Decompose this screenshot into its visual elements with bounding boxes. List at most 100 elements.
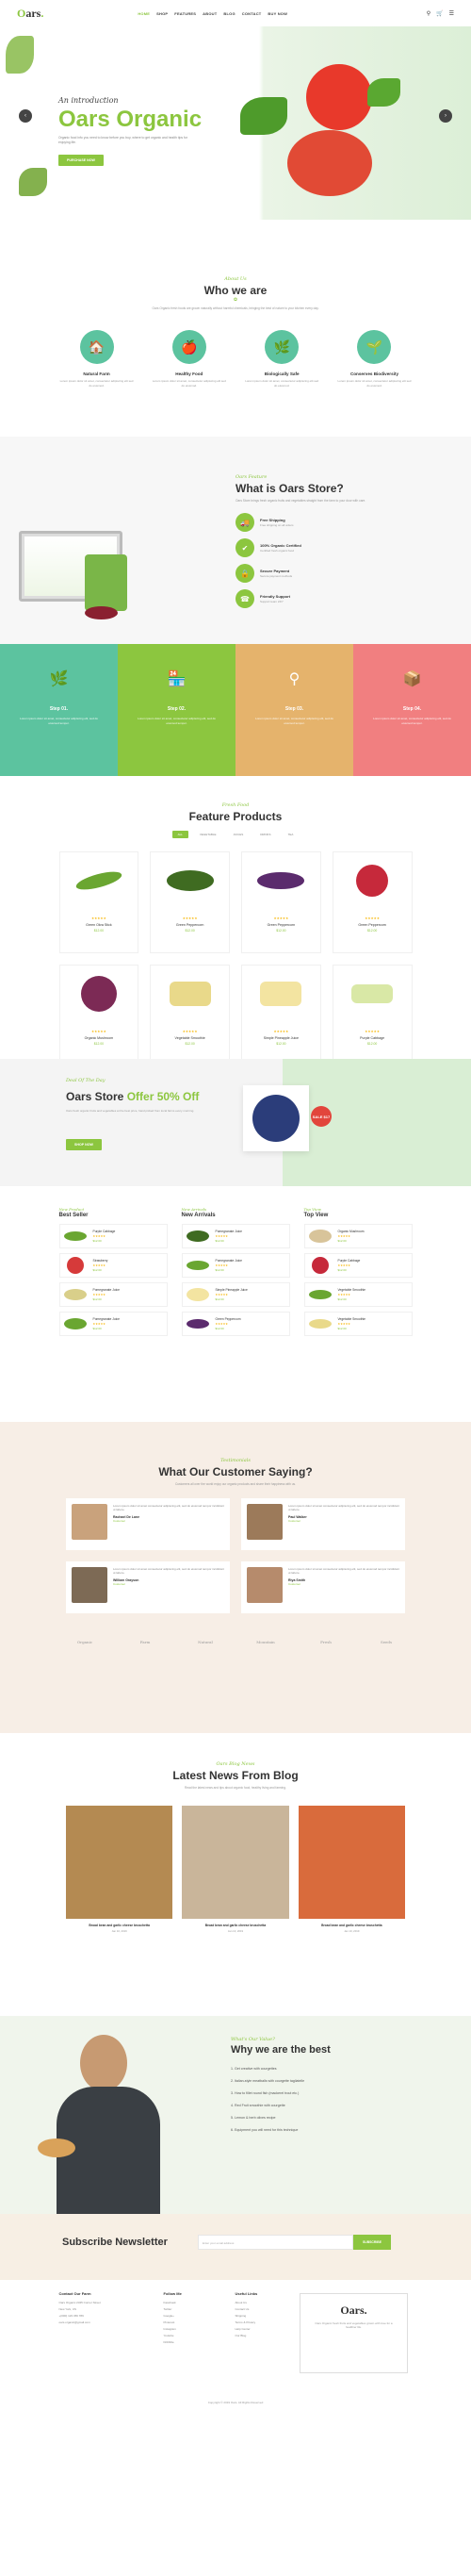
hero-text: Organic food info you need to know befor… [58,136,187,144]
hero-script: An introduction [58,96,119,105]
brand-logo[interactable]: Mountain [247,1640,284,1644]
step-card: 🏪 Step 02. Lorem ipsum dolor sit amet, c… [118,644,236,776]
new-arrivals-list: New Arrivals New Arrivals Pomegranate Ju… [181,1207,290,1341]
news-card[interactable]: Broad bean and garlic cheese bruschetta … [182,1806,289,1933]
product-card[interactable]: ★★★★★ Simple Pineapple Juice $12.00 [241,965,321,1066]
shop-now-button[interactable]: SHOP NOW [66,1139,102,1150]
list-item[interactable]: Green Peppercorn ★★★★★ $12.00 [181,1312,290,1336]
section-script: Fresh Food [221,802,250,808]
list-item[interactable]: Purple Cabbage ★★★★★ $12.00 [303,1253,413,1278]
testimonials-section: Testimonials What Our Customer Saying? C… [0,1422,471,1733]
product-image [186,1288,209,1301]
nav-home[interactable]: HOME [138,11,150,16]
nav-buy-now[interactable]: BUY NOW [268,11,287,16]
rating-stars-icon: ★★★★★ [215,1293,228,1296]
product-card[interactable]: ★★★★★ Organic Mushroom $12.00 [58,965,139,1066]
list-item[interactable]: Pomegranate Juice ★★★★★ $12.00 [181,1253,290,1278]
product-card[interactable]: ★★★★★ Green Okra Stick $12.00 [58,851,139,953]
news-grid: Broad bean and garlic cheese bruschetta … [66,1806,405,1933]
product-card[interactable]: ★★★★★ Vegetable Smoothie $12.00 [150,965,230,1066]
nav-shop[interactable]: SHOP [156,11,168,16]
purchase-now-button[interactable]: PURCHASE NOW [58,155,104,166]
email-field[interactable]: Enter your email address [198,2235,353,2250]
feature-title: Healthy Food [175,372,203,376]
list-item[interactable]: Vegetable Smoothie ★★★★★ $12.00 [303,1312,413,1336]
product-card[interactable]: ★★★★★ Purple Cabbage $12.00 [332,965,413,1066]
news-card[interactable]: Broad bean and garlic cheese bruschetta … [66,1806,173,1933]
tab-drinks[interactable]: DRINKS [254,831,276,838]
nav-blog[interactable]: BLOG [223,11,235,16]
list-item[interactable]: Strawberry ★★★★★ $12.00 [58,1253,168,1278]
tomato-image [287,130,372,196]
feature-item: 🌱 Conserves Biodiversity Lorem ipsum dol… [336,330,412,388]
step-text: Lorem ipsum dolor sit amet, consectetur … [255,717,333,725]
product-card[interactable]: ★★★★★ Green Peppercorn $12.00 [332,851,413,953]
tab-tea[interactable]: TEA [283,831,300,838]
deal-title: Oars Store Offer 50% Off [66,1090,200,1103]
site-header: Oars. HOME SHOP FEATURES ABOUT BLOG CONT… [0,0,471,26]
section-title: Who we are [203,284,268,297]
avatar [247,1567,283,1603]
shop-icon: 🏪 [167,671,187,687]
steps-section: 🌿 Step 01. Lorem ipsum dolor sit amet, c… [0,644,471,776]
section-subtitle: Oars Store brings fresh organic fruits a… [236,499,366,503]
tab-juices[interactable]: JUICES [228,831,250,838]
news-card[interactable]: Broad bean and garlic cheese bruschetta … [298,1806,405,1933]
rating-stars-icon: ★★★★★ [215,1263,228,1267]
newsletter-title: Subscribe Newsletter [62,2237,168,2248]
list-item[interactable]: Vegetable Smoothie ★★★★★ $12.00 [303,1282,413,1307]
search-icon[interactable]: ⚲ [427,10,430,17]
tab-vegetable[interactable]: VEGETABLE [194,831,222,838]
footer-about-box: Oars. Oars Organic fresh fruits and vege… [300,2293,408,2373]
avatar [247,1504,283,1540]
list-item[interactable]: Pomegranate Juice ★★★★★ $12.00 [58,1282,168,1307]
prev-arrow-icon[interactable]: ‹ [19,109,32,123]
rating-stars-icon: ★★★★★ [365,916,380,920]
rating-stars-icon: ★★★★★ [337,1234,350,1238]
list-item: 5. Lemon & herb olives recipe [231,2116,276,2120]
leaf-decoration [6,36,34,74]
menu-icon[interactable]: ☰ [449,10,454,17]
product-image [63,1289,87,1300]
list-item[interactable]: Pomegranate Juice ★★★★★ $12.00 [58,1312,168,1336]
basil-image [367,78,400,107]
tab-all[interactable]: ALL [171,831,188,838]
news-section: Oars Blog News Latest News From Blog Rea… [0,1733,471,2016]
section-script: Oars Blog News [216,1761,255,1767]
brand-logo[interactable]: Organic [66,1640,104,1644]
testimonial-card: Lorem ipsum dolor sit amet consectetur a… [241,1498,405,1550]
logo[interactable]: Oars. [17,7,43,21]
brand-logo[interactable]: Fresh [307,1640,345,1644]
nav-features[interactable]: FEATURES [174,11,196,16]
brand-logo[interactable]: Seeds [367,1640,405,1644]
nav-about[interactable]: ABOUT [203,11,217,16]
step-card: 📦 Step 04. Lorem ipsum dolor sit amet, c… [353,644,471,776]
product-image [257,872,305,889]
support-icon: ☎ [236,589,254,608]
subscribe-button[interactable]: SUBSCRIBE [353,2235,391,2250]
product-card[interactable]: ★★★★★ Green Peppercorn $12.00 [150,851,230,953]
list-item[interactable]: Simple Pineapple Juice ★★★★★ $12.00 [181,1282,290,1307]
product-card[interactable]: ★★★★★ Green Peppercorn $12.00 [241,851,321,953]
top-view-list: Top View Top View Organic Mushroom ★★★★★ $… [303,1207,413,1341]
rating-stars-icon: ★★★★★ [273,916,289,920]
product-image [308,1319,332,1329]
main-nav: HOME SHOP FEATURES ABOUT BLOG CONTACT BU… [138,11,287,16]
product-image [80,976,117,1012]
store-feature-list: 🚚 Free Shipping Free shipping on all orde… [236,513,424,608]
list-item[interactable]: Purple Cabbage ★★★★★ $12.00 [58,1224,168,1248]
brand-logo[interactable]: Farm [126,1640,164,1644]
step-title: Step 02. [167,706,187,712]
brand-logo[interactable]: Natural [187,1640,224,1644]
next-arrow-icon[interactable]: › [439,109,452,123]
testimonial-card: Lorem ipsum dolor sit amet consectetur a… [66,1498,230,1550]
cart-icon[interactable]: 🛒 [436,10,443,17]
nav-contact[interactable]: CONTACT [242,11,262,16]
product-image [186,1230,209,1242]
rating-stars-icon: ★★★★★ [337,1263,350,1267]
list-item[interactable]: Pomegranate Juice ★★★★★ $12.00 [181,1224,290,1248]
farm-icon: 🏠 [79,330,114,364]
list-item[interactable]: Organic Mushroom ★★★★★ $12.00 [303,1224,413,1248]
rating-stars-icon: ★★★★★ [365,1030,380,1033]
product-image [356,865,389,897]
